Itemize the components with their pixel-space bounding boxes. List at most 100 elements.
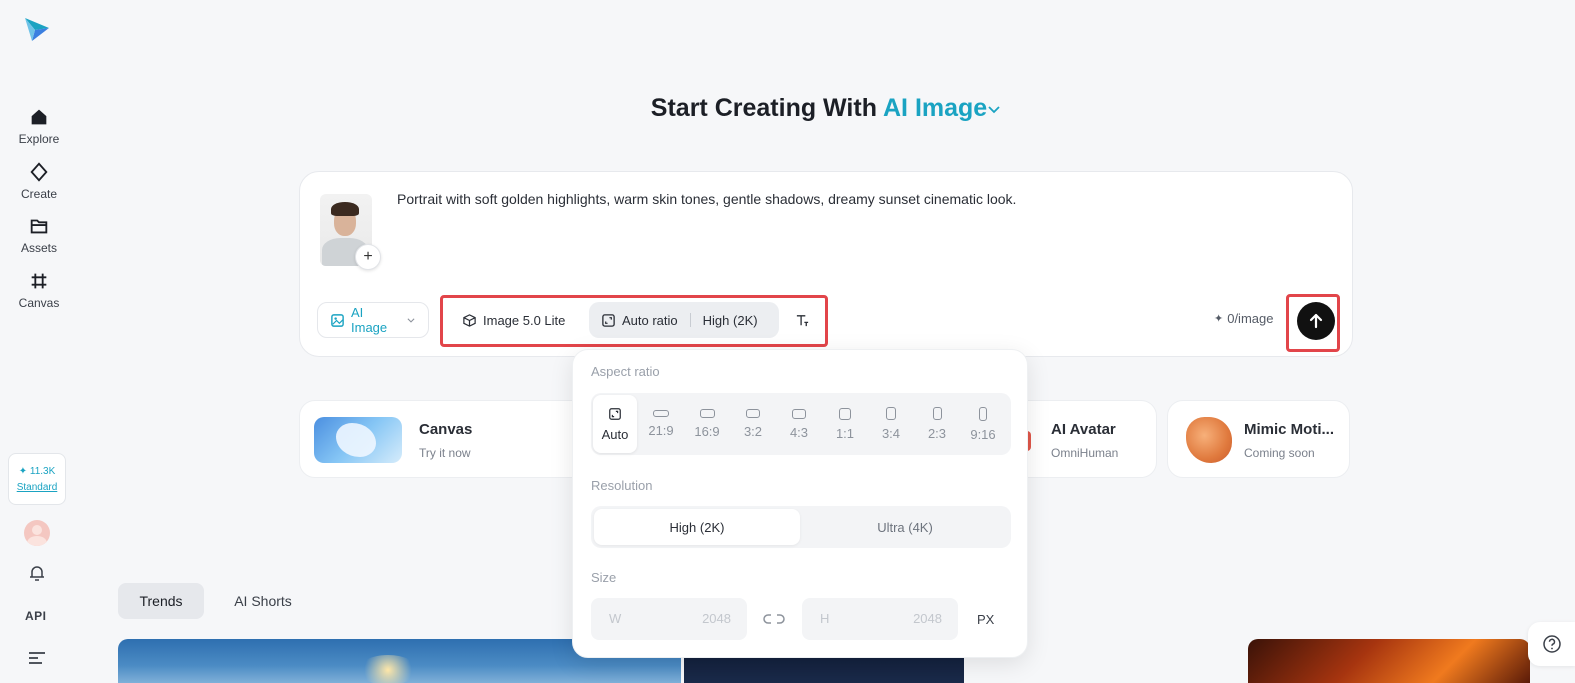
- ratio-shape-icon: [792, 408, 806, 419]
- nav-create[interactable]: Create: [4, 161, 74, 201]
- credits-amount-row: ✦ 11.3K: [18, 465, 56, 477]
- add-reference-button[interactable]: +: [355, 244, 381, 270]
- ratio-label: 4:3: [789, 424, 809, 440]
- nav-assets[interactable]: Assets: [4, 215, 74, 255]
- nav-canvas-label: Canvas: [18, 296, 60, 310]
- mode-selector[interactable]: AI Image: [883, 94, 1001, 122]
- height-key: H: [820, 611, 830, 626]
- model-selector-label: Image 5.0 Lite: [483, 312, 566, 328]
- quality-label: High (2K): [702, 312, 758, 328]
- sparkle-icon: ✦: [1214, 313, 1224, 325]
- tab-trends[interactable]: Trends: [118, 583, 204, 619]
- feature-subtitle: Coming soon: [1244, 446, 1315, 460]
- ratio-label: 21:9: [648, 423, 674, 438]
- ratio-shape-icon: [699, 409, 715, 418]
- aspect-ratio-icon: [609, 407, 621, 420]
- model-selector[interactable]: Image 5.0 Lite: [450, 302, 579, 338]
- nav-create-label: Create: [20, 187, 58, 201]
- canvas-thumbnail: [314, 417, 402, 463]
- app-logo-icon[interactable]: [22, 14, 52, 44]
- ratio-shape-icon: [886, 407, 896, 420]
- menu-icon[interactable]: [28, 651, 46, 665]
- nav-assets-label: Assets: [20, 241, 57, 255]
- feature-title: AI Avatar: [1051, 421, 1116, 438]
- help-icon: [1542, 635, 1561, 653]
- ratio-option-9-16[interactable]: 9:16: [961, 395, 1005, 453]
- width-value: 2048: [702, 611, 731, 626]
- feature-subtitle: Try it now: [419, 446, 471, 460]
- resolution-label: Resolution: [591, 478, 653, 493]
- ratio-label: Auto ratio: [622, 312, 678, 328]
- ratio-quality-selector[interactable]: Auto ratio High (2K): [589, 302, 779, 338]
- feature-card-canvas[interactable]: Canvas Try it now: [299, 400, 589, 478]
- image-mode-icon: [331, 313, 344, 327]
- ratio-option-4-3[interactable]: 4:3: [777, 395, 821, 453]
- width-field[interactable]: W 2048: [591, 598, 747, 640]
- ratio-label: 3:2: [743, 424, 763, 439]
- chevron-down-icon: [407, 318, 415, 323]
- ratio-label: 2:3: [927, 426, 947, 441]
- credits-plan: Standard: [16, 481, 58, 493]
- user-avatar[interactable]: [24, 520, 50, 546]
- link-icon[interactable]: [763, 611, 785, 627]
- feature-card-mimic-motion[interactable]: Mimic Moti... Coming soon: [1167, 400, 1350, 478]
- folder-icon: [30, 219, 48, 234]
- cube-icon: [463, 313, 476, 327]
- width-key: W: [609, 611, 622, 626]
- ratio-option-21-9[interactable]: 21:9: [639, 395, 683, 453]
- ratio-option-3-4[interactable]: 3:4: [869, 395, 913, 453]
- ratio-option-3-2[interactable]: 3:2: [731, 395, 775, 453]
- ratio-option-2-3[interactable]: 2:3: [915, 395, 959, 453]
- chevron-down-icon: [988, 106, 1000, 114]
- aspect-ratio-label: Aspect ratio: [591, 364, 660, 379]
- diamond-icon: [30, 162, 48, 182]
- ratio-shape-icon: [653, 410, 669, 417]
- ratio-shape-icon: [746, 409, 760, 418]
- text-format-icon: [796, 314, 808, 326]
- feature-title: Mimic Moti...: [1244, 421, 1334, 438]
- size-label: Size: [591, 570, 617, 585]
- ratio-settings-panel: Aspect ratio Auto 21:9 16:9 3:2 4:3 1:1 …: [572, 349, 1028, 658]
- ratio-label: Auto: [601, 426, 629, 442]
- feature-title: Canvas: [419, 421, 473, 438]
- help-button[interactable]: [1528, 622, 1575, 666]
- gallery-item[interactable]: [1248, 639, 1530, 683]
- resolution-options: High (2K) Ultra (4K): [591, 506, 1011, 548]
- unit-label: PX: [977, 612, 995, 627]
- reference-image-hair: [331, 202, 359, 216]
- ratio-label: 3:4: [881, 426, 901, 441]
- ratio-shape-icon: [932, 407, 942, 420]
- page-title: Start Creating With AI Image: [0, 94, 1575, 123]
- nav-explore-label: Explore: [18, 132, 60, 146]
- title-prefix: Start Creating With: [650, 94, 883, 122]
- height-field[interactable]: H 2048: [802, 598, 958, 640]
- nav-canvas[interactable]: Canvas: [4, 270, 74, 310]
- mode-dropdown[interactable]: AI Image: [317, 302, 429, 338]
- ratio-option-16-9[interactable]: 16:9: [685, 395, 729, 453]
- prompt-card: + Portrait with soft golden highlights, …: [299, 171, 1353, 357]
- cost-label: 0/image: [1227, 311, 1274, 326]
- text-style-button[interactable]: [784, 302, 820, 338]
- generate-button[interactable]: [1297, 302, 1335, 340]
- arrow-up-icon: [1309, 313, 1323, 329]
- ratio-label: 1:1: [835, 425, 855, 441]
- bell-icon[interactable]: [27, 563, 47, 583]
- ratio-label: 9:16: [970, 426, 996, 442]
- credits-badge[interactable]: ✦ 11.3K Standard: [8, 453, 66, 505]
- ratio-option-auto[interactable]: Auto: [593, 395, 637, 453]
- height-value: 2048: [913, 611, 942, 626]
- mimic-thumbnail: [1186, 417, 1232, 463]
- prompt-input[interactable]: Portrait with soft golden highlights, wa…: [397, 191, 1016, 207]
- resolution-option-high[interactable]: High (2K): [594, 509, 800, 545]
- api-link[interactable]: API: [25, 609, 47, 623]
- separator: [689, 313, 691, 327]
- ratio-option-1-1[interactable]: 1:1: [823, 395, 867, 453]
- cost-indicator: ✦ 0/image: [1214, 311, 1273, 326]
- tab-ai-shorts[interactable]: AI Shorts: [220, 583, 306, 619]
- hash-icon: [31, 273, 47, 289]
- mode-selector-label: AI Image: [883, 94, 988, 122]
- credits-amount: 11.3K: [29, 465, 56, 477]
- ratio-shape-icon: [839, 407, 851, 420]
- ratio-shape-icon: [979, 406, 987, 421]
- resolution-option-ultra[interactable]: Ultra (4K): [802, 509, 1008, 545]
